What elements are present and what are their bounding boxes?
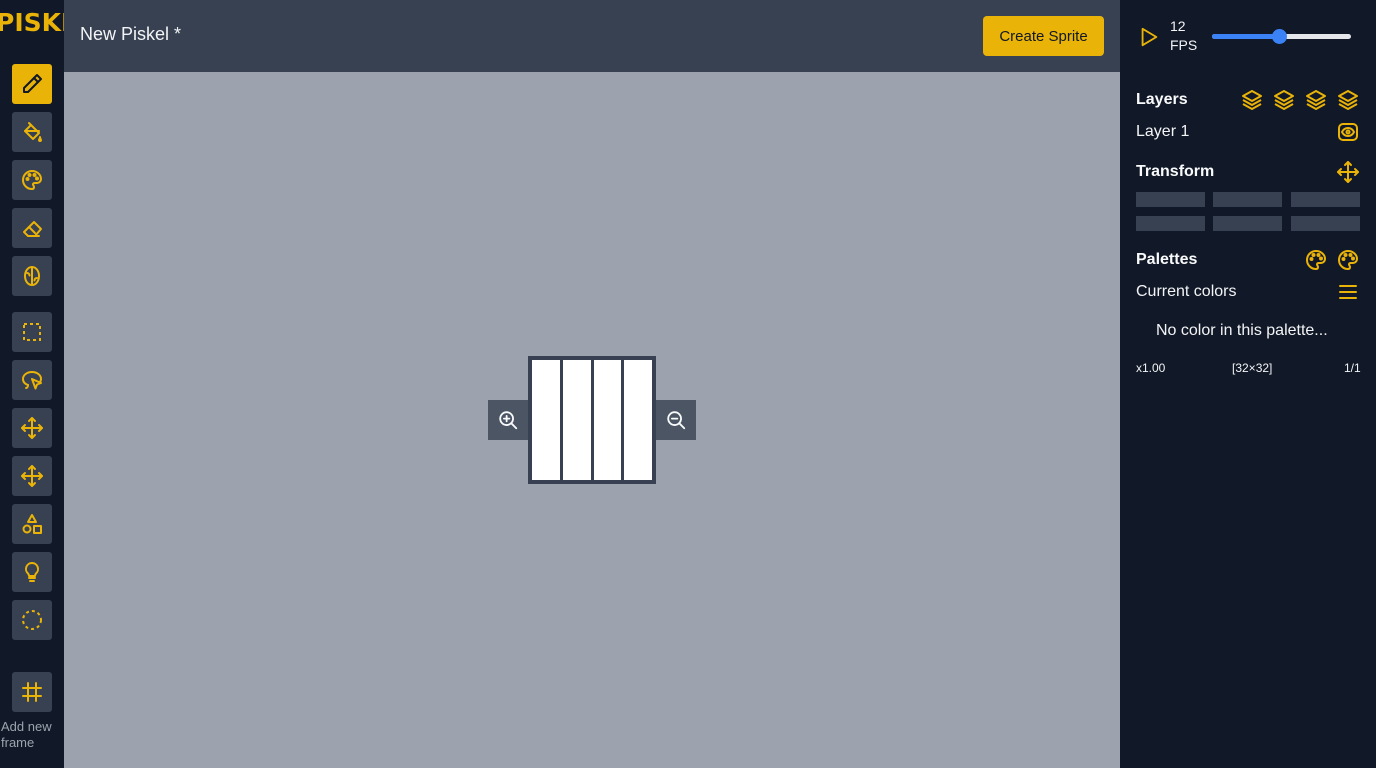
layers-title: Layers — [1136, 91, 1188, 108]
lighten-tool-button[interactable] — [12, 256, 52, 296]
paint-bucket-icon — [24, 122, 42, 142]
fps-readout: 12 FPS — [1170, 17, 1197, 55]
play-icon[interactable] — [1138, 26, 1160, 48]
sprite-column — [562, 360, 591, 480]
palette-menu-button[interactable] — [1336, 280, 1360, 304]
pen-tool-button[interactable] — [12, 64, 52, 104]
transform-option-button[interactable] — [1136, 192, 1205, 207]
frame-counter: 1/1 — [1344, 361, 1361, 375]
zoom-out-button[interactable] — [656, 400, 696, 440]
import-palette-button[interactable] — [1336, 248, 1360, 272]
circle-select-tool-button[interactable] — [12, 600, 52, 640]
current-palette-label[interactable]: Current colors — [1136, 283, 1236, 301]
paint-bucket-tool-button[interactable] — [12, 112, 52, 152]
dashed-circle-icon — [22, 610, 42, 630]
palette-icon — [22, 170, 42, 190]
move-icon — [21, 465, 43, 487]
fps-slider-thumb[interactable] — [1271, 29, 1287, 44]
move-icon — [21, 417, 43, 439]
palette-icon — [1306, 250, 1326, 270]
fps-value: 12 — [1170, 18, 1186, 34]
transform-move-button[interactable] — [1336, 160, 1360, 184]
dither-tool-button[interactable] — [12, 552, 52, 592]
right-panel: 12 FPS Layers Layer 1 Transform Palettes… — [1120, 0, 1376, 768]
create-sprite-button[interactable]: Create Sprite — [983, 16, 1104, 56]
top-header: New Piskel * Create Sprite — [64, 0, 1120, 72]
move-layer-up-button[interactable] — [1272, 88, 1296, 112]
fps-slider[interactable] — [1212, 29, 1351, 44]
palettes-title: Palettes — [1136, 251, 1198, 268]
palette-icon — [1338, 250, 1358, 270]
sprite-column — [624, 360, 652, 480]
sprite-column — [593, 360, 622, 480]
move-tool-button[interactable] — [12, 408, 52, 448]
eraser-tool-button[interactable] — [12, 208, 52, 248]
brain-icon — [24, 266, 40, 286]
lasso-select-tool-button[interactable] — [12, 360, 52, 400]
color-picker-tool-button[interactable] — [12, 160, 52, 200]
add-frame-button[interactable] — [12, 672, 52, 712]
sprite-column — [532, 360, 560, 480]
drawing-canvas-area[interactable] — [64, 72, 1120, 768]
empty-palette-message: No color in this palette... — [1156, 322, 1328, 339]
rectangle-select-tool-button[interactable] — [12, 312, 52, 352]
layers-icon — [1242, 90, 1262, 110]
transform-option-button[interactable] — [1291, 192, 1360, 207]
fps-unit: FPS — [1170, 37, 1198, 53]
delete-layer-button[interactable] — [1336, 88, 1360, 112]
layer-item[interactable]: Layer 1 — [1136, 123, 1189, 141]
shapes-tool-button[interactable] — [12, 504, 52, 544]
transform-option-button[interactable] — [1213, 216, 1282, 231]
layers-icon — [1306, 90, 1326, 110]
zoom-in-icon — [499, 411, 518, 430]
add-frame-label: Add new frame — [1, 719, 52, 750]
pencil-icon — [23, 74, 42, 93]
fps-slider-fill — [1212, 34, 1279, 39]
zoom-out-icon — [667, 411, 686, 430]
zoom-level: x1.00 — [1136, 361, 1166, 375]
move-layer-down-button[interactable] — [1304, 88, 1328, 112]
create-palette-button[interactable] — [1304, 248, 1328, 272]
pan-tool-button[interactable] — [12, 456, 52, 496]
menu-icon — [1339, 285, 1357, 299]
dashed-square-icon — [23, 323, 41, 341]
tool-sidebar: PISKEL Add new frame — [0, 0, 64, 768]
layers-icon — [1274, 90, 1294, 110]
transform-option-button[interactable] — [1291, 216, 1360, 231]
document-title[interactable]: New Piskel * — [80, 24, 181, 45]
canvas-size: [32×32] — [1232, 361, 1273, 375]
sprite-canvas[interactable] — [528, 356, 656, 484]
transform-option-button[interactable] — [1213, 192, 1282, 207]
eraser-icon — [23, 221, 42, 237]
eye-icon — [1338, 123, 1358, 141]
app-logo: PISKEL — [0, 8, 64, 37]
zoom-in-button[interactable] — [488, 400, 528, 440]
transform-option-button[interactable] — [1136, 216, 1205, 231]
add-layer-button[interactable] — [1240, 88, 1264, 112]
layers-icon — [1338, 90, 1358, 110]
frame-icon — [22, 682, 42, 702]
shapes-icon — [22, 514, 42, 534]
lasso-icon — [22, 371, 42, 390]
lightbulb-icon — [24, 561, 40, 582]
layer-visibility-button[interactable] — [1336, 120, 1360, 144]
move-icon — [1337, 161, 1359, 183]
transform-title: Transform — [1136, 163, 1215, 180]
